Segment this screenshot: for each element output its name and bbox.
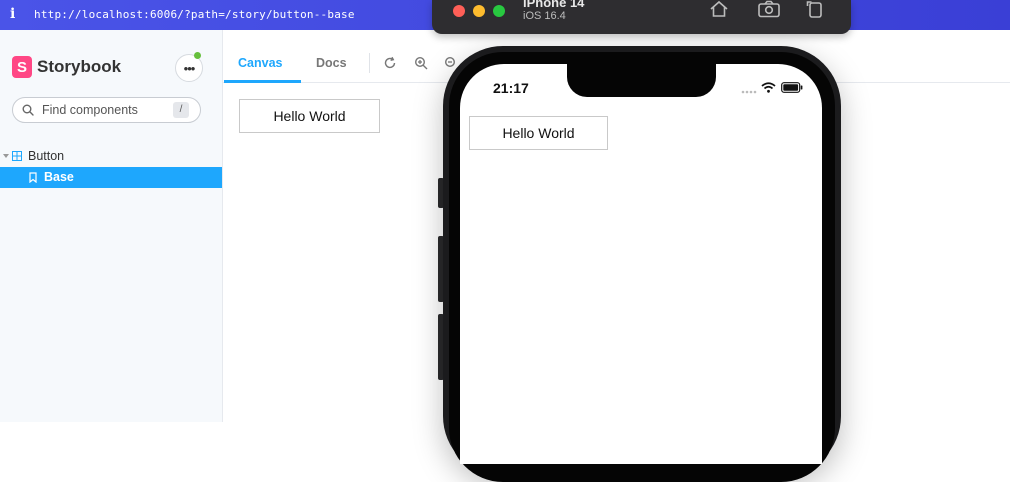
- simulator-title-bar: iPhone 14 iOS 16.4: [432, 0, 851, 34]
- sidebar: S Storybook ••• Find components / Button…: [0, 30, 223, 422]
- brand-title: Storybook: [37, 57, 122, 76]
- tab-canvas[interactable]: Canvas: [238, 56, 282, 70]
- signal-dots-icon: [741, 90, 757, 94]
- search-input[interactable]: Find components /: [12, 97, 201, 123]
- tree-label: Base: [44, 170, 74, 184]
- bookmark-icon: [29, 172, 37, 183]
- storybook-logo-icon: S: [12, 56, 32, 78]
- tree-story-base[interactable]: Base: [0, 167, 222, 188]
- wifi-icon: [761, 82, 776, 93]
- reload-icon[interactable]: [383, 56, 397, 70]
- zoom-in-icon[interactable]: [414, 56, 428, 70]
- hello-world-button[interactable]: Hello World: [239, 99, 380, 133]
- simulator-hello-world-button[interactable]: Hello World: [469, 116, 608, 150]
- expand-arrow-icon[interactable]: [3, 154, 9, 158]
- tab-docs[interactable]: Docs: [316, 56, 347, 70]
- search-placeholder: Find components: [42, 103, 138, 117]
- battery-icon: [781, 82, 803, 93]
- rotate-icon[interactable]: [805, 0, 825, 18]
- component-icon: [12, 151, 22, 161]
- maximize-window-icon[interactable]: [493, 5, 505, 17]
- screenshot-icon[interactable]: [757, 0, 781, 18]
- device-os-version: iOS 16.4: [523, 10, 566, 22]
- minimize-window-icon[interactable]: [473, 5, 485, 17]
- close-window-icon[interactable]: [453, 5, 465, 17]
- status-dot: [194, 52, 201, 59]
- tree-label: Button: [28, 149, 65, 163]
- home-icon[interactable]: [708, 0, 730, 18]
- tree-component-button[interactable]: Button: [0, 148, 222, 165]
- active-tab-indicator: [224, 80, 301, 83]
- url-text[interactable]: http://localhost:6006/?path=/story/butto…: [34, 8, 355, 21]
- device-name: iPhone 14: [523, 0, 585, 10]
- storybook-logo[interactable]: S Storybook: [12, 56, 121, 78]
- status-bar-time: 21:17: [493, 80, 529, 96]
- search-icon: [22, 104, 34, 116]
- toolbar-divider: [369, 53, 370, 73]
- iphone-notch: [567, 64, 716, 97]
- info-icon[interactable]: i: [10, 6, 15, 22]
- search-shortcut-key: /: [173, 102, 189, 118]
